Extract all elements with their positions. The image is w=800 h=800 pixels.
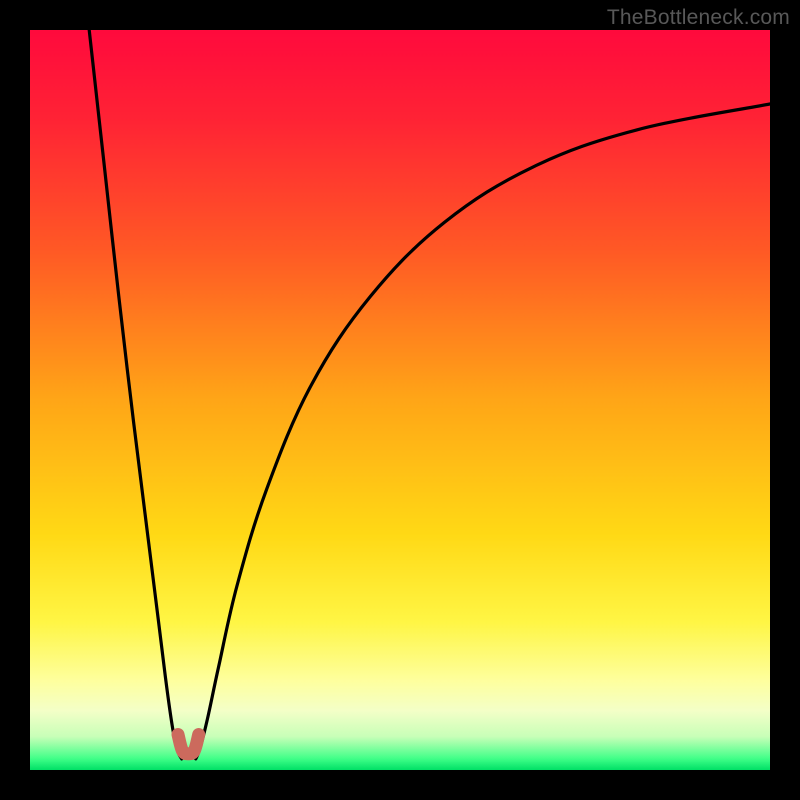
chart-frame: TheBottleneck.com	[0, 0, 800, 800]
curve-right-branch	[196, 104, 770, 759]
curve-layer	[30, 30, 770, 770]
watermark-text: TheBottleneck.com	[607, 6, 790, 30]
curve-left-branch	[89, 30, 182, 759]
plot-area	[30, 30, 770, 770]
minimum-marker	[178, 734, 199, 753]
